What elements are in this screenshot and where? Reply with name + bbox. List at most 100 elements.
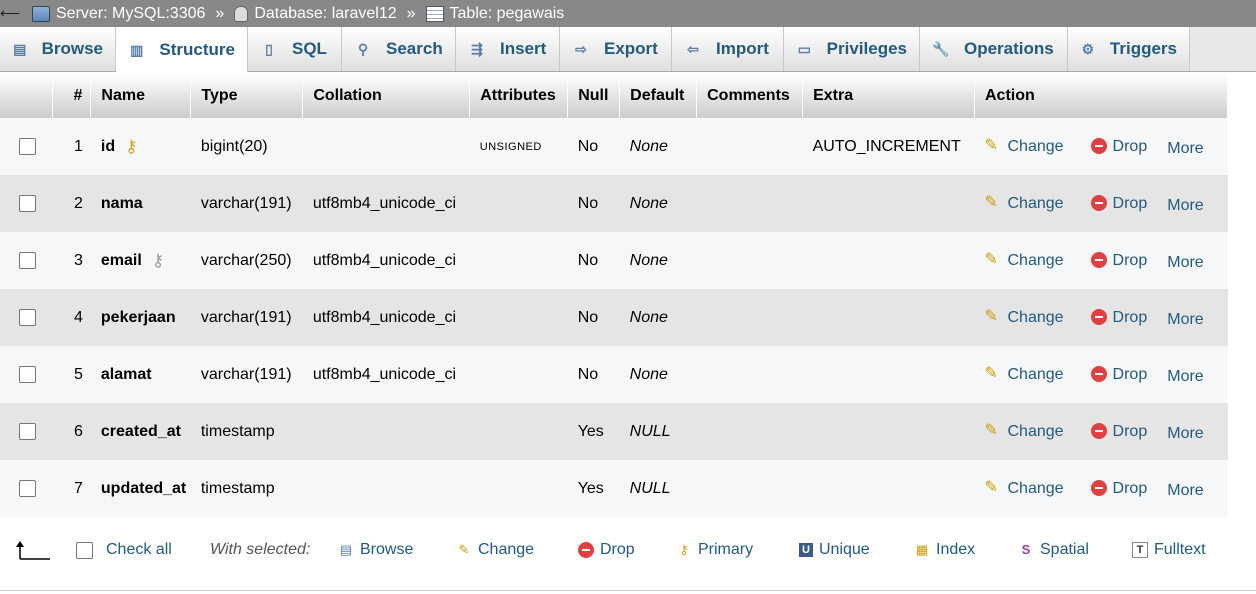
check-all-checkbox[interactable] xyxy=(76,541,93,559)
bulk-change-button[interactable]: ✎ Change xyxy=(456,541,535,559)
drop-button[interactable]: Drop xyxy=(1090,480,1147,497)
tab-search[interactable]: ⚲ Search xyxy=(342,27,456,71)
tab-operations[interactable]: 🔧 Operations xyxy=(920,27,1068,71)
more-button[interactable]: More xyxy=(1167,140,1203,157)
field-actions: ✎ Change Drop More xyxy=(974,232,1228,289)
field-null: No xyxy=(567,175,620,232)
drop-icon xyxy=(1090,366,1107,383)
change-button[interactable]: ✎ Change xyxy=(985,423,1064,440)
field-name: pekerjaan xyxy=(100,308,176,326)
change-button[interactable]: ✎ Change xyxy=(985,138,1064,155)
breadcrumb-database[interactable]: Database: laravel12 xyxy=(234,5,397,23)
field-collation: utf8mb4_unicode_ci xyxy=(302,346,470,403)
row-checkbox[interactable] xyxy=(19,137,36,155)
change-button[interactable]: ✎ Change xyxy=(985,480,1064,497)
check-all-label[interactable]: Check all xyxy=(106,541,172,559)
field-name-cell: email ⚷ xyxy=(90,232,191,289)
tab-insert[interactable]: ⇶ Insert xyxy=(456,27,560,71)
breadcrumb-table-label: Table: pegawais xyxy=(449,4,565,22)
more-button[interactable]: More xyxy=(1167,482,1203,499)
tab-label: Privileges xyxy=(826,39,907,58)
browse-icon: ▤ xyxy=(339,542,353,557)
check-all-control[interactable]: Check all xyxy=(76,541,172,559)
bulk-action-label: Browse xyxy=(360,541,414,558)
export-icon: ⇨ xyxy=(575,41,587,57)
field-attributes xyxy=(469,232,568,289)
tab-triggers[interactable]: ⚙ Triggers xyxy=(1068,27,1190,71)
bulk-browse-button[interactable]: ▤ Browse xyxy=(338,541,414,559)
field-actions: ✎ Change Drop More xyxy=(974,460,1228,517)
change-button[interactable]: ✎ Change xyxy=(985,309,1064,326)
bulk-fulltext-button[interactable]: T Fulltext xyxy=(1132,541,1206,559)
field-comments xyxy=(696,118,803,175)
bulk-action-label: Index xyxy=(936,541,976,558)
field-extra xyxy=(802,232,975,289)
tab-browse[interactable]: ▤ Browse xyxy=(0,27,116,71)
more-button[interactable]: More xyxy=(1167,197,1203,214)
drop-button[interactable]: Drop xyxy=(1090,252,1147,269)
breadcrumb-server[interactable]: Server: MySQL:3306 xyxy=(32,5,205,23)
key-icon: ⚷ xyxy=(679,542,689,557)
spatial-icon: S xyxy=(1021,542,1031,557)
sql-icon: ▯ xyxy=(265,41,273,57)
drop-button[interactable]: Drop xyxy=(1090,366,1147,383)
breadcrumb-separator: » xyxy=(406,4,416,22)
drop-label: Drop xyxy=(1112,194,1148,212)
drop-button[interactable]: Drop xyxy=(1090,422,1148,440)
field-actions: ✎ Change Drop More xyxy=(974,175,1228,232)
bulk-action-label: Unique xyxy=(819,541,870,558)
drop-button[interactable]: Drop xyxy=(1090,138,1147,155)
field-default: NULL xyxy=(619,403,697,460)
more-button[interactable]: More xyxy=(1167,425,1203,442)
more-label: More xyxy=(1167,253,1204,271)
row-checkbox[interactable] xyxy=(19,365,36,383)
pencil-icon: ✎ xyxy=(984,308,998,326)
header-comments: Comments xyxy=(696,74,804,118)
change-label: Change xyxy=(1007,251,1064,269)
row-checkbox[interactable] xyxy=(19,251,36,269)
field-default: NULL xyxy=(619,460,697,517)
field-null: No xyxy=(567,118,620,175)
row-checkbox[interactable] xyxy=(19,308,36,326)
bulk-unique-button[interactable]: U Unique xyxy=(799,541,870,559)
more-label: More xyxy=(1167,310,1204,328)
drop-button[interactable]: Drop xyxy=(1090,309,1147,326)
bulk-action-label: Spatial xyxy=(1040,541,1089,558)
bulk-index-button[interactable]: ▦ Index xyxy=(914,541,975,559)
field-collation: utf8mb4_unicode_ci xyxy=(302,232,470,289)
tab-structure[interactable]: ▥ Structure xyxy=(116,27,248,72)
row-checkbox[interactable] xyxy=(19,422,36,440)
tab-sql[interactable]: ▯ SQL xyxy=(248,27,342,71)
field-attributes: UNSIGNED xyxy=(469,118,568,175)
change-button[interactable]: ✎ Change xyxy=(985,366,1064,383)
more-button[interactable]: More xyxy=(1167,368,1203,385)
tab-export[interactable]: ⇨ Export xyxy=(560,27,672,71)
pencil-icon: ✎ xyxy=(984,479,998,497)
breadcrumb-table[interactable]: Table: pegawais xyxy=(425,4,565,23)
change-button[interactable]: ✎ Change xyxy=(985,252,1064,269)
fulltext-icon: T xyxy=(1132,542,1148,558)
bulk-spatial-button[interactable]: S Spatial xyxy=(1018,541,1089,559)
tab-import[interactable]: ⇦ Import xyxy=(672,27,784,71)
change-label: Change xyxy=(1007,365,1064,383)
field-extra: AUTO_INCREMENT xyxy=(802,118,975,175)
tab-privileges[interactable]: ▭ Privileges xyxy=(784,27,920,71)
row-checkbox[interactable] xyxy=(19,194,36,212)
bulk-drop-button[interactable]: Drop xyxy=(578,541,635,559)
tab-label: SQL xyxy=(292,39,327,58)
drop-label: Drop xyxy=(1112,422,1148,440)
import-icon: ⇦ xyxy=(687,41,699,57)
bulk-action-label: Drop xyxy=(600,541,635,558)
more-button[interactable]: More xyxy=(1167,311,1203,328)
drop-icon xyxy=(1090,480,1107,497)
bulk-primary-button[interactable]: ⚷ Primary xyxy=(676,541,753,559)
change-button[interactable]: ✎ Change xyxy=(985,195,1064,212)
row-checkbox[interactable] xyxy=(19,479,36,497)
more-button[interactable]: More xyxy=(1167,254,1203,271)
drop-button[interactable]: Drop xyxy=(1090,194,1148,212)
breadcrumb-separator: » xyxy=(215,4,225,22)
header-collation: Collation xyxy=(302,74,471,118)
triggers-icon: ⚙ xyxy=(1081,41,1095,57)
table-row: 3 email ⚷ varchar(250) utf8mb4_unicode_ci No N… xyxy=(0,232,1228,289)
back-arrow-icon[interactable]: ⟵ xyxy=(0,5,20,22)
